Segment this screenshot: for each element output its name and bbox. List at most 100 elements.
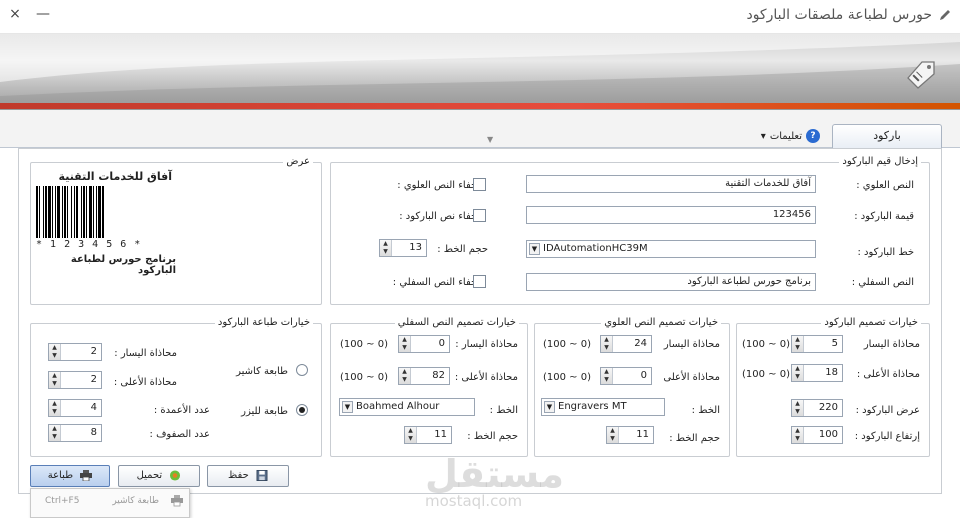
barcode-font-label: خط الباركود : [857, 247, 915, 258]
bottom-left-align-stepper[interactable]: ▲ ▼ 0 [398, 335, 450, 353]
barcode-bar [55, 186, 56, 238]
help-menu[interactable]: ? تعليمات ▾ [761, 129, 820, 143]
bottom-top-align-stepper[interactable]: ▲ ▼ 82 [398, 367, 450, 385]
columns-stepper[interactable]: ▲ ▼ 4 [48, 399, 102, 417]
top-text-input[interactable]: آفاق للخدمات التقنية [526, 175, 816, 193]
load-icon [170, 469, 181, 481]
barcode-bar [45, 186, 47, 238]
top-design-legend: خيارات تصميم النص العلوي [601, 317, 721, 328]
menu-item-shortcut: Ctrl+F5 [45, 496, 80, 506]
barcode-font-select[interactable]: ▼ IDAutomationHC39M [526, 240, 816, 258]
rows-stepper[interactable]: ▲ ▼ 8 [48, 424, 102, 442]
chevron-down-icon: ▼ [342, 401, 353, 413]
barcode-bar [83, 186, 85, 238]
stepper-arrows-icon[interactable]: ▲ ▼ [792, 400, 804, 416]
load-button-label: تحميل [136, 470, 163, 481]
help-icon: ? [806, 129, 820, 143]
top-font-size-label: حجم الخط : [669, 433, 720, 444]
bottom-text-label: النص السفلي : [851, 277, 914, 288]
bottom-font-size-value: 11 [434, 429, 447, 440]
barcode-preview [36, 186, 162, 238]
barcode-top-align-stepper[interactable]: ▲ ▼ 18 [791, 364, 843, 382]
stepper-arrows-icon[interactable]: ▲ ▼ [49, 425, 61, 441]
barcode-left-align-stepper[interactable]: ▲ ▼ 5 [791, 335, 843, 353]
stepper-arrows-icon[interactable]: ▲ ▼ [792, 365, 804, 381]
print-top-align-value: 2 [90, 374, 97, 385]
barcode-bar [43, 186, 44, 238]
stepper-arrows-icon[interactable]: ▲ ▼ [399, 336, 411, 352]
preview-legend: عرض [283, 156, 313, 167]
top-top-align-stepper[interactable]: ▲ ▼ 0 [600, 367, 652, 385]
top-font-label: الخط : [691, 405, 720, 416]
chevron-down-icon: ▼ [544, 401, 555, 413]
stepper-arrows-icon[interactable]: ▲ ▼ [49, 400, 61, 416]
top-left-align-stepper[interactable]: ▲ ▼ 24 [600, 335, 652, 353]
top-font-size-stepper[interactable]: ▲ ▼ 11 [606, 426, 654, 444]
barcode-height-stepper[interactable]: ▲ ▼ 100 [791, 426, 843, 444]
tab-barcode[interactable]: باركود [832, 124, 942, 148]
bottom-top-align-value: 82 [432, 370, 445, 381]
bottom-font-label: الخط : [489, 405, 518, 416]
print-top-align-stepper[interactable]: ▲ ▼ 2 [48, 371, 102, 389]
bottom-top-align-label: محاذاة الأعلى : [454, 372, 518, 383]
bottom-left-range: (0 ~ 100) [340, 339, 389, 350]
cashier-printer-label: طابعة كاشير [236, 366, 288, 377]
collapse-arrow-icon[interactable]: ▼ [487, 135, 493, 144]
barcode-top-range: (0 ~ 100) [742, 369, 791, 380]
stepper-arrows-icon[interactable]: ▲ ▼ [792, 336, 804, 352]
save-button[interactable]: حفظ [207, 465, 289, 487]
hide-barcode-text-label: إخفاء نص الباركود : [399, 211, 480, 222]
dropdown-arrow-icon: ▾ [760, 130, 766, 142]
close-button[interactable]: × [8, 6, 22, 22]
bottom-font-size-label: حجم الخط : [467, 431, 518, 442]
banner-stripe [0, 103, 960, 109]
font-size-label: حجم الخط : [437, 244, 488, 255]
price-tag-icon [907, 61, 935, 89]
minimize-button[interactable]: — [36, 6, 50, 22]
bottom-font-value: Boahmed Alhour [356, 401, 440, 412]
barcode-bar [62, 186, 63, 238]
hide-barcode-text-checkbox[interactable] [473, 209, 486, 222]
print-button[interactable]: طباعة [30, 465, 110, 487]
stepper-arrows-icon[interactable]: ▲ ▼ [405, 427, 417, 443]
barcode-left-align-value: 5 [831, 338, 838, 349]
preview-top-text: آفاق للخدمات التقنية [58, 170, 172, 183]
rows-value: 8 [90, 427, 97, 438]
bottom-left-align-label: محاذاة اليسار : [455, 339, 518, 350]
menu-item-label: طابعة كاشير [112, 496, 159, 506]
bottom-font-size-stepper[interactable]: ▲ ▼ 11 [404, 426, 452, 444]
stepper-arrows-icon[interactable]: ▲ ▼ [380, 240, 392, 256]
barcode-bar [74, 186, 75, 238]
stepper-arrows-icon[interactable]: ▲ ▼ [792, 427, 804, 443]
bottom-font-select[interactable]: ▼ Boahmed Alhour [339, 398, 475, 416]
menu-item-cashier-print[interactable]: Ctrl+F5 طابعة كاشير [31, 491, 189, 513]
barcode-bar [89, 186, 92, 238]
barcode-bar [93, 186, 94, 238]
stepper-arrows-icon[interactable]: ▲ ▼ [607, 427, 619, 443]
hide-top-text-checkbox[interactable] [473, 178, 486, 191]
cashier-printer-radio[interactable] [296, 364, 308, 376]
laser-printer-radio[interactable] [296, 404, 308, 416]
laser-printer-label: طابعة لليزر [241, 406, 288, 417]
top-font-select[interactable]: ▼ Engravers MT [541, 398, 665, 416]
top-text-label: النص العلوي : [856, 180, 914, 191]
stepper-arrows-icon[interactable]: ▲ ▼ [49, 344, 61, 360]
load-button[interactable]: تحميل [118, 465, 200, 487]
barcode-value-input[interactable]: 123456 [526, 206, 816, 224]
barcode-design-legend: خيارات تصميم الباركود [821, 317, 921, 328]
stepper-arrows-icon[interactable]: ▲ ▼ [601, 368, 613, 384]
top-left-align-label: محاذاة اليسار [663, 339, 720, 350]
columns-value: 4 [90, 402, 97, 413]
bottom-text-input[interactable]: برنامج حورس لطباعة الباركود [526, 273, 816, 291]
font-size-stepper[interactable]: ▲ ▼ 13 [379, 239, 427, 257]
hide-bottom-text-checkbox[interactable] [473, 275, 486, 288]
barcode-width-stepper[interactable]: ▲ ▼ 220 [791, 399, 843, 417]
print-button-label: طباعة [47, 470, 74, 481]
barcode-bar [39, 186, 40, 238]
input-legend: إدخال قيم الباركود [839, 156, 921, 167]
header-banner [0, 34, 960, 110]
print-left-align-stepper[interactable]: ▲ ▼ 2 [48, 343, 102, 361]
stepper-arrows-icon[interactable]: ▲ ▼ [601, 336, 613, 352]
stepper-arrows-icon[interactable]: ▲ ▼ [399, 368, 411, 384]
stepper-arrows-icon[interactable]: ▲ ▼ [49, 372, 61, 388]
